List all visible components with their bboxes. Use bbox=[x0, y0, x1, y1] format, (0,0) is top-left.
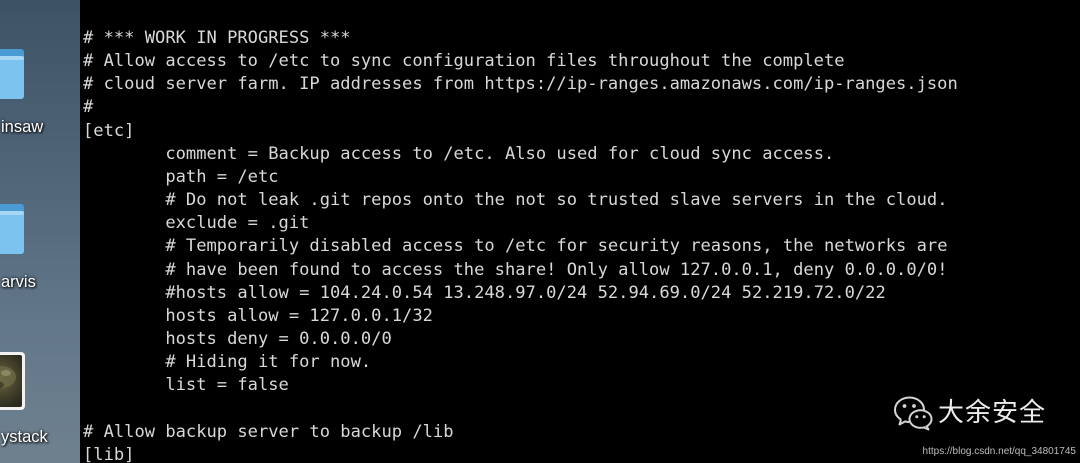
terminal-line: hosts allow = 127.0.0.1/32 bbox=[83, 305, 433, 326]
terminal-line: comment = Backup access to /etc. Also us… bbox=[83, 143, 835, 164]
terminal-line: hosts deny = 0.0.0.0/0 bbox=[83, 329, 392, 350]
terminal-output: # *** WORK IN PROGRESS *** # Allow acces… bbox=[83, 27, 958, 463]
watermark-url: https://blog.csdn.net/qq_34801745 bbox=[922, 446, 1076, 457]
terminal-line: # Hiding it for now. bbox=[83, 352, 372, 373]
watermark-brand: 大余安全 bbox=[938, 398, 1047, 428]
terminal-line: [lib] bbox=[83, 444, 135, 463]
terminal-line: path = /etc bbox=[83, 166, 279, 187]
terminal-line: # Temporarily disabled access to /etc fo… bbox=[83, 236, 948, 257]
desktop-icon-ystack[interactable]: ystack bbox=[0, 351, 80, 457]
desktop-icon-label: insaw bbox=[1, 118, 44, 136]
terminal-line: # *** WORK IN PROGRESS *** bbox=[83, 28, 351, 48]
terminal-line: # cloud server farm. IP addresses from h… bbox=[83, 74, 958, 95]
terminal-line: # Do not leak .git repos onto the not so… bbox=[83, 190, 948, 211]
terminal-line: # Allow access to /etc to sync configura… bbox=[83, 51, 845, 72]
desktop-icon-label: ystack bbox=[1, 428, 48, 446]
terminal-line: exclude = .git bbox=[83, 213, 310, 234]
desktop-icon-label: arvis bbox=[1, 273, 36, 291]
folder-icon bbox=[0, 204, 24, 254]
terminal-line: # bbox=[83, 97, 94, 118]
desktop-area: insaw arvis ystack bbox=[0, 0, 80, 463]
terminal-line: [etc] bbox=[83, 120, 135, 141]
image-file-icon bbox=[0, 352, 25, 410]
desktop-icon-arvis[interactable]: arvis bbox=[0, 196, 80, 302]
terminal-window[interactable]: # *** WORK IN PROGRESS *** # Allow acces… bbox=[80, 0, 1080, 463]
terminal-line: #hosts allow = 104.24.0.54 13.248.97.0/2… bbox=[83, 282, 886, 303]
folder-icon bbox=[0, 49, 24, 99]
terminal-line: # Allow backup server to backup /lib bbox=[83, 421, 454, 442]
terminal-line: list = false bbox=[83, 375, 289, 396]
wechat-icon bbox=[894, 396, 933, 431]
desktop-icon-insaw[interactable]: insaw bbox=[0, 41, 80, 147]
terminal-line: # have been found to access the share! O… bbox=[83, 259, 948, 280]
